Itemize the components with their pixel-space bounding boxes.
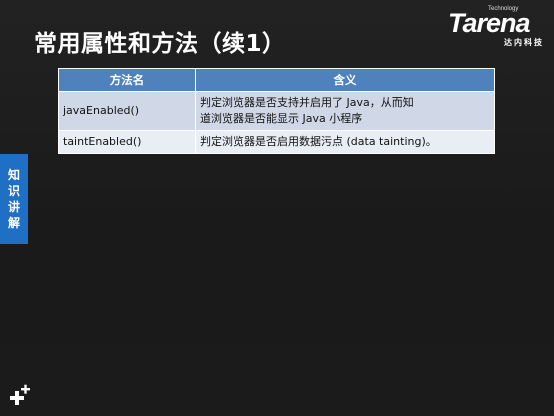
table-row: taintEnabled() 判定浏览器是否启用数据污点 (data taint… <box>58 130 495 154</box>
tarena-logo: Technology Tarena 达内科技 <box>448 6 548 50</box>
methods-table: 方法名 含义 javaEnabled() 判定浏览器是否支持并启用了 Java，… <box>58 68 495 154</box>
side-tab-char: 知 <box>7 168 20 182</box>
meaning-line: 判定浏览器是否启用数据污点 (data tainting)。 <box>200 135 437 148</box>
page-title: 常用属性和方法（续1） <box>34 31 286 57</box>
side-tab-char: 讲 <box>7 200 20 214</box>
side-tab-char: 识 <box>7 184 20 198</box>
logo-tagline-cn: 达内科技 <box>504 38 544 47</box>
side-tab-char: 解 <box>7 216 20 230</box>
meaning-line: 道浏览器是否能显示 Java 小程序 <box>200 112 363 125</box>
side-tab-knowledge[interactable]: 知 识 讲 解 <box>0 154 28 244</box>
table-header-row: 方法名 含义 <box>58 68 495 92</box>
method-meaning-cell: 判定浏览器是否启用数据污点 (data tainting)。 <box>195 130 495 154</box>
meaning-line: 判定浏览器是否支持并启用了 Java，从而知 <box>200 96 414 109</box>
plus-icon <box>10 384 30 405</box>
method-name-cell: javaEnabled() <box>58 91 196 131</box>
column-header-method: 方法名 <box>58 68 196 92</box>
slide: 常用属性和方法（续1） Technology Tarena 达内科技 知 识 讲… <box>0 0 554 416</box>
method-name-cell: taintEnabled() <box>58 130 196 154</box>
column-header-meaning: 含义 <box>195 68 495 92</box>
method-meaning-cell: 判定浏览器是否支持并启用了 Java，从而知 道浏览器是否能显示 Java 小程… <box>195 91 495 131</box>
table-row: javaEnabled() 判定浏览器是否支持并启用了 Java，从而知 道浏览… <box>58 91 495 131</box>
logo-brand: Tarena <box>448 8 531 38</box>
